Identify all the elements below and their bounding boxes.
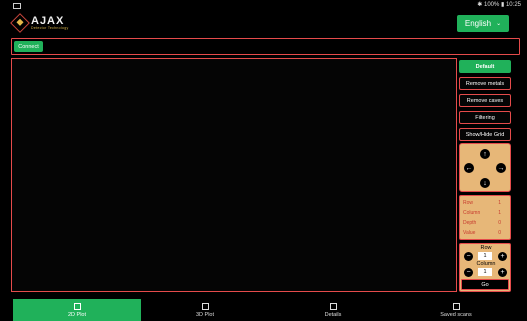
logo-mark-icon bbox=[10, 13, 30, 33]
default-button[interactable]: Default bbox=[459, 60, 511, 73]
logo-tagline: Detector Technology bbox=[31, 25, 69, 30]
column-minus-icon[interactable]: − bbox=[464, 268, 473, 277]
row-label: Row bbox=[463, 200, 474, 206]
column-plus-icon[interactable]: + bbox=[498, 268, 507, 277]
go-button[interactable]: Go bbox=[461, 279, 509, 290]
column-input[interactable]: 1 bbox=[478, 268, 492, 276]
app-logo: AJAX Detector Technology bbox=[10, 13, 69, 33]
tab-label: Details bbox=[324, 311, 342, 318]
row-input[interactable]: 1 bbox=[478, 252, 492, 260]
column-label: Column bbox=[463, 210, 481, 216]
chevron-down-icon: ⌄ bbox=[496, 21, 502, 27]
column-value: 1 bbox=[498, 210, 501, 216]
gallery-icon bbox=[13, 3, 21, 9]
selector-column-label: Column bbox=[476, 261, 496, 267]
show-hide-grid-button[interactable]: Show/Hide Grid bbox=[459, 128, 511, 141]
tab-label: 3D Plot bbox=[195, 311, 215, 318]
plot-area[interactable] bbox=[11, 58, 457, 292]
row-plus-icon[interactable]: + bbox=[498, 252, 507, 261]
remove-metals-button[interactable]: Remove metals bbox=[459, 77, 511, 90]
connection-bar: Connect bbox=[11, 38, 520, 55]
archive-icon bbox=[452, 302, 460, 310]
clipboard-icon bbox=[329, 302, 337, 310]
language-select[interactable]: English ⌄ bbox=[457, 15, 509, 32]
arrow-right-icon[interactable]: → bbox=[496, 163, 506, 173]
value-value: 0 bbox=[498, 230, 501, 236]
tab-label: 2D Plot bbox=[67, 311, 87, 318]
arrow-down-icon[interactable]: ↓ bbox=[480, 178, 490, 188]
row-value: 1 bbox=[498, 200, 501, 206]
cell-selector-panel: Row − 1 + Column − 1 + Go bbox=[459, 243, 511, 292]
arrow-up-icon[interactable]: ↑ bbox=[480, 149, 490, 159]
remove-caves-button[interactable]: Remove caves bbox=[459, 94, 511, 107]
selector-row-label: Row bbox=[480, 245, 492, 251]
bottom-nav: 2D Plot 3D Plot Details Saved scans bbox=[0, 299, 527, 321]
tab-2d-plot[interactable]: 2D Plot bbox=[13, 299, 141, 321]
depth-value: 0 bbox=[498, 220, 501, 226]
status-indicators: ✱ 100% ▮ 10:25 bbox=[477, 2, 521, 8]
direction-pad: ↑ ← → ↓ bbox=[459, 143, 511, 192]
value-label: Value bbox=[463, 230, 476, 236]
tab-details[interactable]: Details bbox=[269, 299, 397, 321]
tab-label: Saved scans bbox=[440, 311, 472, 318]
language-label: English bbox=[464, 19, 492, 28]
connect-button[interactable]: Connect bbox=[14, 41, 43, 52]
filtering-button[interactable]: Filtering bbox=[459, 111, 511, 124]
cell-info-panel: Row 1 Column 1 Depth 0 Value 0 bbox=[459, 195, 511, 240]
status-bar: ✱ 100% ▮ 10:25 bbox=[0, 0, 527, 12]
depth-label: Depth bbox=[463, 220, 477, 226]
grid-icon bbox=[73, 302, 81, 310]
tab-saved-scans[interactable]: Saved scans bbox=[397, 299, 515, 321]
grid-3d-icon bbox=[201, 302, 209, 310]
arrow-left-icon[interactable]: ← bbox=[464, 163, 474, 173]
row-minus-icon[interactable]: − bbox=[464, 252, 473, 261]
tab-3d-plot[interactable]: 3D Plot bbox=[141, 299, 269, 321]
